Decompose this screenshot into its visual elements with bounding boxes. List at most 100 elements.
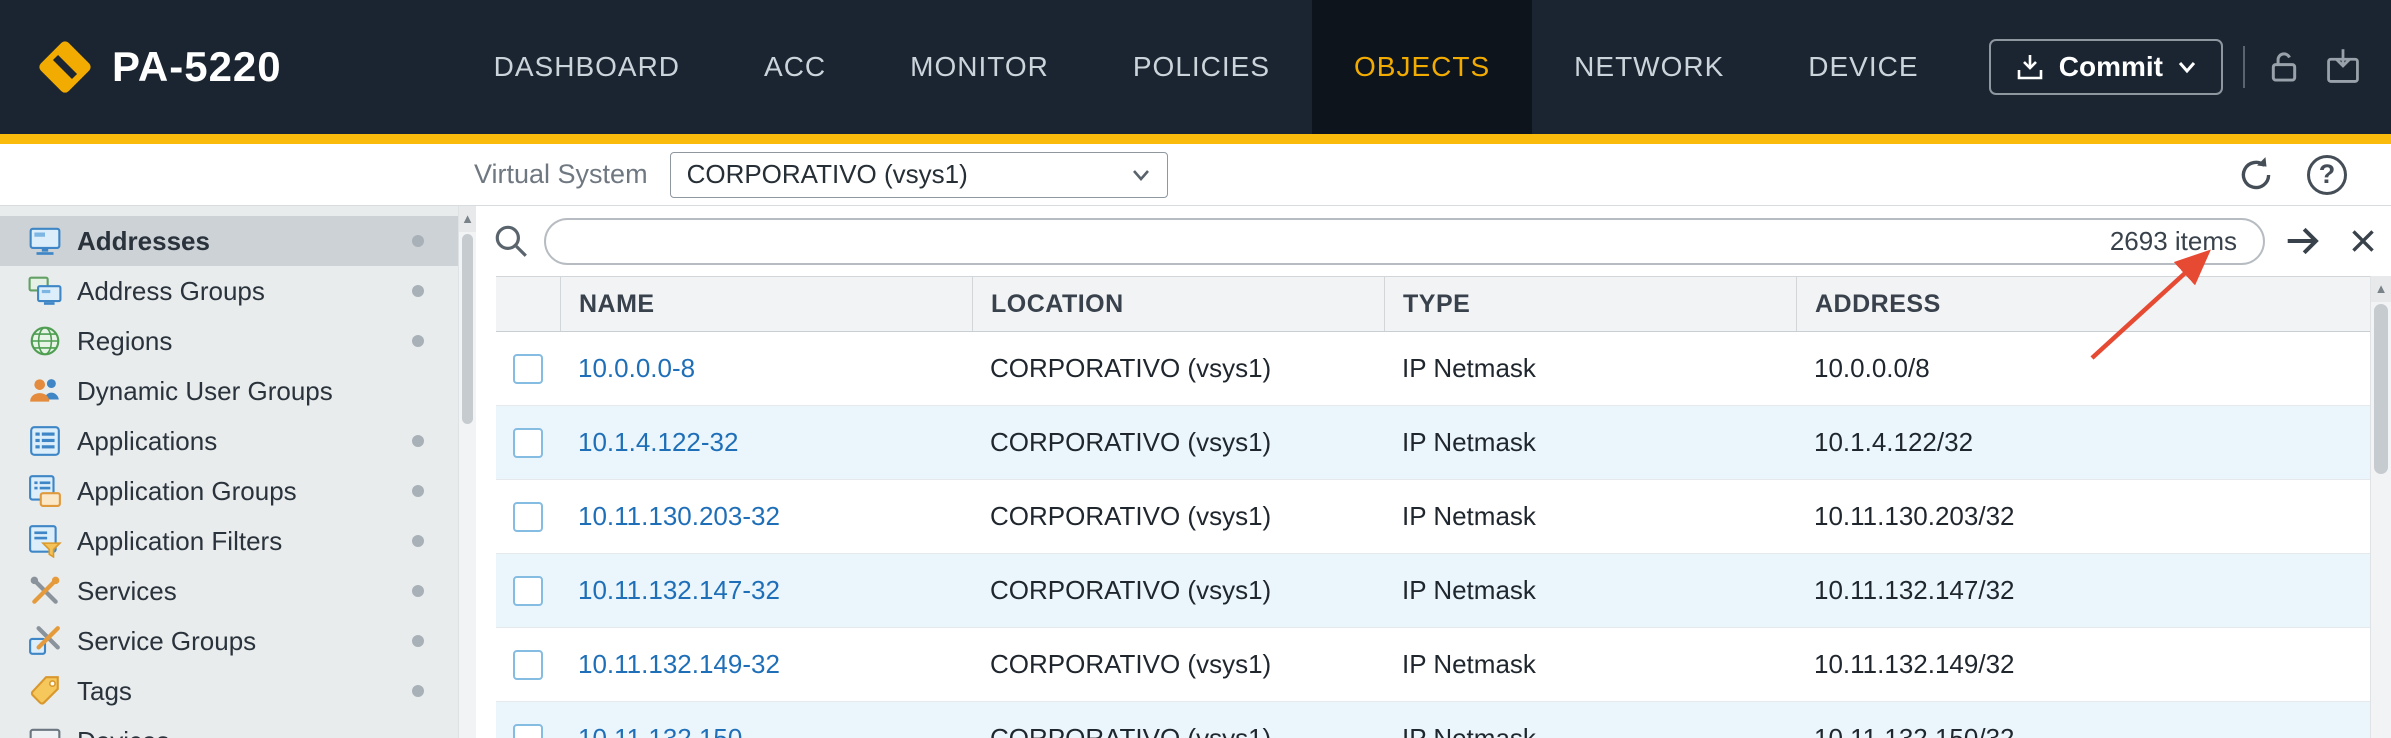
search-input[interactable] [572, 226, 2096, 257]
row-checkbox[interactable] [513, 502, 543, 532]
services-icon [28, 574, 62, 608]
address-name-link[interactable]: 10.11.130.203-32 [578, 501, 780, 532]
sidebar-item-address-groups[interactable]: Address Groups [0, 266, 458, 316]
cell-type: IP Netmask [1384, 628, 1796, 701]
address-name-link[interactable]: 10.11.132.147-32 [578, 575, 780, 606]
cell-location: CORPORATIVO (vsys1) [972, 628, 1384, 701]
cell-type: IP Netmask [1384, 554, 1796, 627]
sidebar-item-service-groups[interactable]: Service Groups [0, 616, 458, 666]
chevron-down-icon [2177, 60, 2197, 74]
sidebar-item-label: Service Groups [77, 626, 256, 657]
table-scrollbar[interactable]: ▲ [2370, 276, 2391, 738]
item-count-dot [412, 535, 424, 547]
nav-item-network[interactable]: NETWORK [1532, 0, 1766, 134]
gold-accent-bar [0, 134, 2391, 144]
row-checkbox-cell [496, 554, 560, 627]
cell-name: 10.1.4.122-32 [560, 406, 972, 479]
column-header-address[interactable]: ADDRESS [1796, 277, 2370, 331]
clear-filter-button[interactable] [2341, 223, 2385, 259]
sidebar-item-applications[interactable]: Applications [0, 416, 458, 466]
row-checkbox[interactable] [513, 650, 543, 680]
address-name-link[interactable]: 10.1.4.122-32 [578, 427, 738, 458]
sidebar-item-label: Devices [77, 726, 169, 738]
select-all-column-header [496, 277, 560, 331]
item-count-dot [412, 635, 424, 647]
cell-location: CORPORATIVO (vsys1) [972, 554, 1384, 627]
commit-button[interactable]: Commit [1989, 39, 2223, 95]
row-checkbox[interactable] [513, 428, 543, 458]
lock-open-icon[interactable] [2265, 48, 2303, 86]
cell-name: 10.11.132.150 [560, 702, 972, 738]
refresh-icon[interactable] [2235, 154, 2277, 196]
nav-item-acc[interactable]: ACC [722, 0, 868, 134]
cell-location: CORPORATIVO (vsys1) [972, 332, 1384, 405]
sidebar-item-services[interactable]: Services [0, 566, 458, 616]
column-header-type[interactable]: TYPE [1384, 277, 1796, 331]
cell-name: 10.11.130.203-32 [560, 480, 972, 553]
cell-address: 10.11.130.203/32 [1796, 480, 2370, 553]
sidebar-item-regions[interactable]: Regions [0, 316, 458, 366]
cell-address: 10.11.132.149/32 [1796, 628, 2370, 701]
sidebar-item-label: Application Filters [77, 526, 282, 557]
cell-name: 10.0.0.0-8 [560, 332, 972, 405]
virtual-system-label: Virtual System [474, 159, 648, 190]
service-groups-icon [28, 624, 62, 658]
nav-item-dashboard[interactable]: DASHBOARD [452, 0, 722, 134]
address-name-link[interactable]: 10.11.132.150 [578, 723, 742, 738]
virtual-system-dropdown[interactable]: CORPORATIVO (vsys1) [670, 152, 1168, 198]
item-count-dot [412, 585, 424, 597]
sidebar-item-addresses[interactable]: Addresses [0, 216, 458, 266]
address-name-link[interactable]: 10.11.132.149-32 [578, 649, 780, 680]
nav-item-policies[interactable]: POLICIES [1091, 0, 1312, 134]
row-checkbox-cell [496, 406, 560, 479]
device-model-title: PA-5220 [112, 43, 282, 91]
column-header-location[interactable]: LOCATION [972, 277, 1384, 331]
table-row: 10.11.130.203-32CORPORATIVO (vsys1)IP Ne… [496, 480, 2370, 554]
sidebar-item-devices[interactable]: Devices [0, 716, 458, 738]
cell-address: 10.11.132.150/32 [1796, 702, 2370, 738]
applications-icon [28, 424, 62, 458]
item-count-dot [412, 285, 424, 297]
sidebar-item-label: Application Groups [77, 476, 297, 507]
commit-icon [2015, 52, 2045, 82]
nav-item-device[interactable]: DEVICE [1766, 0, 1960, 134]
cell-type: IP Netmask [1384, 332, 1796, 405]
sidebar-scrollbar[interactable]: ▲ [458, 206, 476, 738]
sidebar-item-dynamic-user-groups[interactable]: Dynamic User Groups [0, 366, 458, 416]
cell-address: 10.0.0.0/8 [1796, 332, 2370, 405]
cell-address: 10.11.132.147/32 [1796, 554, 2370, 627]
devices-icon [28, 724, 62, 738]
row-checkbox[interactable] [513, 576, 543, 606]
nav-item-objects[interactable]: OBJECTS [1312, 0, 1532, 134]
nav-item-monitor[interactable]: MONITOR [868, 0, 1091, 134]
table-row: 10.1.4.122-32CORPORATIVO (vsys1)IP Netma… [496, 406, 2370, 480]
address-groups-icon [28, 274, 62, 308]
item-count-dot [412, 435, 424, 447]
item-count-dot [412, 485, 424, 497]
scroll-up-icon[interactable]: ▲ [459, 206, 476, 232]
sidebar-item-tags[interactable]: Tags [0, 666, 458, 716]
sidebar-item-application-groups[interactable]: Application Groups [0, 466, 458, 516]
table-row: 10.11.132.149-32 CORPORATIVO (vsys1)IP Ne… [496, 628, 2370, 702]
search-row: 2693 items [476, 206, 2391, 276]
sidebar-scroll-thumb[interactable] [462, 234, 473, 424]
apply-filter-button[interactable] [2279, 221, 2327, 261]
sidebar-item-label: Applications [77, 426, 217, 457]
palo-alto-logo-icon [34, 36, 96, 98]
table-scroll-thumb[interactable] [2374, 304, 2388, 474]
search-box[interactable]: 2693 items [544, 218, 2265, 265]
divider [2243, 46, 2245, 88]
sidebar-item-application-filters[interactable]: Application Filters [0, 516, 458, 566]
sidebar-item-label: Tags [77, 676, 132, 707]
save-config-icon[interactable] [2323, 47, 2363, 87]
column-header-name[interactable]: NAME [560, 277, 972, 331]
row-checkbox[interactable] [513, 724, 543, 738]
address-name-link[interactable]: 10.0.0.0-8 [578, 353, 695, 384]
scroll-up-icon[interactable]: ▲ [2371, 276, 2391, 302]
cell-location: CORPORATIVO (vsys1) [972, 406, 1384, 479]
help-icon[interactable]: ? [2307, 155, 2347, 195]
brand: PA-5220 [0, 0, 282, 134]
row-checkbox[interactable] [513, 354, 543, 384]
item-count-dot [412, 235, 424, 247]
cell-location: CORPORATIVO (vsys1) [972, 480, 1384, 553]
